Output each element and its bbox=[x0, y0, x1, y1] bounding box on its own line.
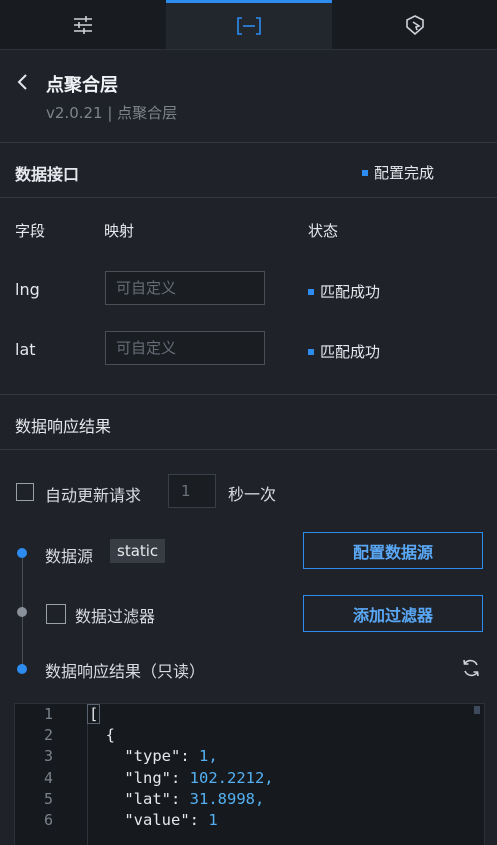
code-token: "type": bbox=[124, 747, 199, 766]
code-line: [ bbox=[87, 704, 474, 725]
code-token: [ bbox=[87, 704, 101, 724]
cursor-shield-icon bbox=[406, 14, 424, 35]
lng-status-text: 匹配成功 bbox=[320, 283, 381, 301]
data-api-status-text: 配置完成 bbox=[374, 164, 435, 182]
lng-status: 匹配成功 bbox=[308, 281, 380, 302]
sliders-icon bbox=[74, 15, 92, 34]
code-number: 1, bbox=[198, 747, 218, 766]
line-number: 4 bbox=[43, 768, 53, 787]
tab-interaction[interactable] bbox=[332, 0, 497, 49]
lat-status-text: 匹配成功 bbox=[320, 343, 381, 361]
col-status-header: 状态 bbox=[308, 222, 339, 240]
code-line: "value": 1 bbox=[87, 810, 474, 831]
interval-input[interactable] bbox=[168, 474, 216, 508]
interval-suffix: 秒一次 bbox=[228, 485, 277, 504]
response-section-label: 数据响应结果 bbox=[15, 417, 112, 436]
code-line: "type": 1, bbox=[87, 746, 474, 767]
line-number: 6 bbox=[43, 810, 53, 829]
timeline-dot-filter bbox=[17, 607, 27, 617]
data-api-label: 数据接口 bbox=[15, 165, 80, 184]
lat-mapping-input[interactable] bbox=[105, 331, 265, 365]
tab-data[interactable] bbox=[166, 0, 332, 49]
code-number: 1 bbox=[208, 810, 218, 829]
auto-update-checkbox[interactable] bbox=[16, 483, 34, 501]
timeline-dot-result bbox=[17, 664, 27, 674]
status-dot bbox=[308, 348, 314, 355]
divider bbox=[0, 394, 497, 395]
divider bbox=[0, 197, 497, 198]
status-dot bbox=[308, 288, 314, 295]
timeline-dot-source bbox=[17, 548, 27, 558]
code-number: 102.2212, bbox=[189, 768, 274, 787]
line-number: 3 bbox=[43, 747, 53, 766]
version-label: v2.0.21 | 点聚合层 bbox=[46, 104, 178, 122]
code-token: "lat": bbox=[124, 789, 190, 808]
lat-status: 匹配成功 bbox=[308, 341, 380, 362]
data-source-label: 数据源 bbox=[45, 547, 94, 566]
code-token: "value": bbox=[124, 810, 209, 829]
json-editor[interactable]: 1 2 3 4 5 6 [ { "type": 1, "lng": 102.22… bbox=[14, 703, 485, 845]
code-number: 31.8998, bbox=[189, 789, 265, 808]
field-lat: lat bbox=[15, 340, 36, 359]
tab-style[interactable] bbox=[0, 0, 166, 49]
divider bbox=[0, 449, 497, 450]
config-data-source-button[interactable]: 配置数据源 bbox=[303, 532, 483, 569]
line-number: 5 bbox=[43, 789, 53, 808]
code-line: "lng": 102.2212, bbox=[87, 768, 474, 789]
code-token: "lng": bbox=[124, 768, 190, 787]
col-map-header: 映射 bbox=[104, 222, 135, 240]
line-numbers: 1 2 3 4 5 6 bbox=[15, 704, 73, 831]
data-api-status: 配置完成 bbox=[362, 162, 434, 183]
line-number: 2 bbox=[43, 726, 53, 745]
data-source-tag: static bbox=[110, 539, 166, 563]
line-number: 1 bbox=[43, 705, 53, 723]
add-filter-button[interactable]: 添加过滤器 bbox=[303, 595, 483, 632]
code-token: { bbox=[105, 726, 116, 745]
code-line: { bbox=[87, 725, 474, 746]
back-arrow-icon[interactable] bbox=[14, 72, 34, 92]
code-line: "lat": 31.8998, bbox=[87, 789, 474, 810]
status-dot bbox=[362, 169, 368, 176]
bracket-fit-icon bbox=[237, 17, 261, 35]
auto-update-label: 自动更新请求 bbox=[45, 486, 142, 505]
field-lng: lng bbox=[15, 280, 40, 299]
refresh-icon[interactable] bbox=[461, 658, 481, 678]
filter-checkbox[interactable] bbox=[46, 604, 66, 624]
col-field-header: 字段 bbox=[15, 222, 46, 240]
code-content: [ { "type": 1, "lng": 102.2212, "lat": 3… bbox=[87, 704, 474, 831]
lng-mapping-input[interactable] bbox=[105, 271, 265, 305]
data-filter-label: 数据过滤器 bbox=[75, 607, 156, 626]
divider bbox=[0, 142, 497, 143]
page-title: 点聚合层 bbox=[46, 75, 118, 96]
response-result-label: 数据响应结果（只读） bbox=[45, 662, 206, 681]
editor-scrollbar[interactable] bbox=[474, 706, 480, 714]
